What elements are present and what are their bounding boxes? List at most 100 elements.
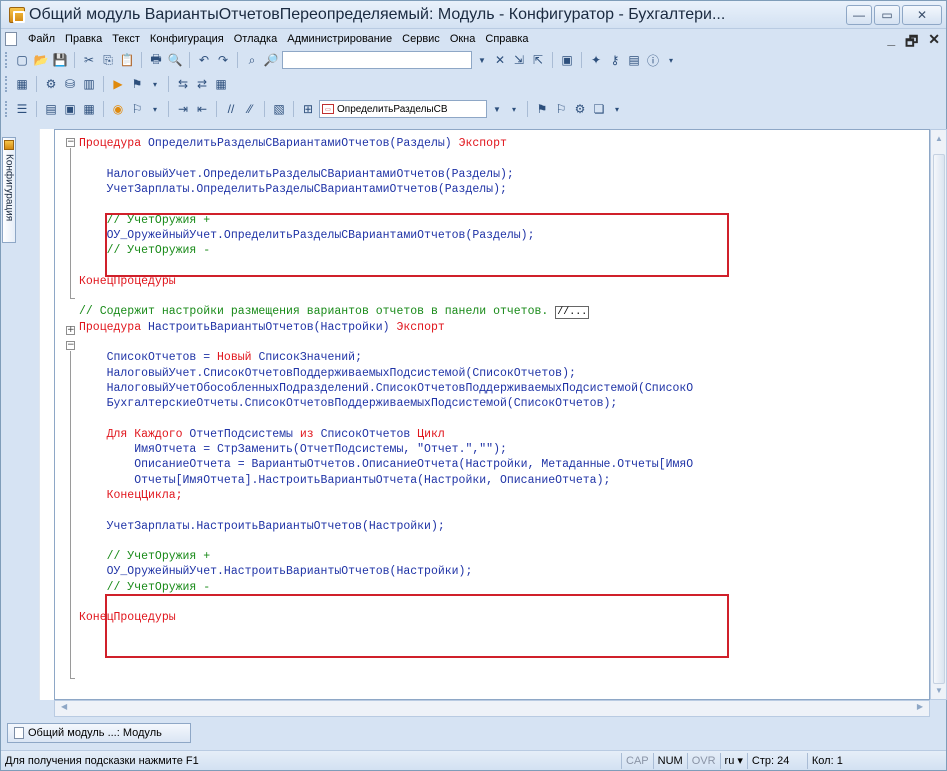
search-icon[interactable]: 🔎 (263, 52, 279, 68)
run-options-dropdown-icon[interactable]: ▾ (148, 100, 162, 118)
code-line[interactable]: УчетЗарплаты.ОпределитьРазделыСВариантам… (79, 182, 507, 197)
code-line[interactable]: // УчетОружия - (79, 580, 211, 595)
fold-toggle-icon[interactable]: − (66, 138, 75, 147)
scroll-left-icon[interactable]: ◀ (61, 702, 67, 711)
wizard-icon[interactable]: ✦ (588, 52, 604, 68)
restore-button[interactable]: ▭ (874, 5, 900, 25)
uncomment-icon[interactable]: ⁄⁄ (242, 101, 258, 117)
list-icon[interactable]: ☰ (14, 101, 30, 117)
play-circle-icon[interactable]: ◉ (110, 101, 126, 117)
copy-icon[interactable]: ⎘ (100, 52, 116, 68)
menu-service[interactable]: Сервис (397, 33, 445, 45)
code-editor[interactable]: Процедура ОпределитьРазделыСВариантамиОт… (54, 129, 930, 700)
paste-icon[interactable]: 📋 (119, 52, 135, 68)
bookmark-list-icon[interactable]: ❏ (591, 101, 607, 117)
tree-icon[interactable]: ▦ (14, 76, 30, 92)
code-line[interactable]: // УчетОружия + (79, 549, 211, 564)
undo-icon[interactable]: ↶ (196, 52, 212, 68)
horizontal-scrollbar[interactable]: ◀ ▶ (54, 700, 930, 717)
code-line[interactable]: БухгалтерскиеОтчеты.СписокОтчетовПоддерж… (79, 396, 618, 411)
code-line[interactable]: ОУ_ОружейныйУчет.НастроитьВариантыОтчето… (79, 564, 473, 579)
toolbar-overflow-icon[interactable]: ▾ (664, 51, 678, 69)
code-line[interactable]: Для Каждого ОтчетПодсистемы из СписокОтч… (79, 427, 445, 442)
redo-icon[interactable]: ↷ (215, 52, 231, 68)
toolbar-overflow-icon[interactable]: ▾ (507, 100, 521, 118)
run-dropdown-icon[interactable]: ▾ (148, 75, 162, 93)
menu-debug[interactable]: Отладка (229, 33, 282, 45)
run-icon[interactable]: ▶ (110, 76, 126, 92)
merge-icon[interactable]: ⇄ (194, 76, 210, 92)
code-line[interactable]: НалоговыйУчетОбособленныхПодразделений.С… (79, 381, 694, 396)
clear-search-icon[interactable]: ✕ (492, 52, 508, 68)
cut-icon[interactable]: ✂ (81, 52, 97, 68)
key-icon[interactable]: ⚷ (607, 52, 623, 68)
indent-icon[interactable]: ⇥ (175, 101, 191, 117)
menu-windows[interactable]: Окна (445, 33, 481, 45)
scroll-thumb[interactable] (933, 154, 945, 684)
minimize-button[interactable]: — (846, 5, 872, 25)
menu-text[interactable]: Текст (107, 33, 145, 45)
menu-configuration[interactable]: Конфигурация (145, 33, 229, 45)
code-line[interactable]: УчетЗарплаты.НастроитьВариантыОтчетов(На… (79, 519, 445, 534)
syntax-helper-icon[interactable]: ▤ (626, 52, 642, 68)
open-icon[interactable]: 📂 (33, 52, 49, 68)
fold-toggle-icon[interactable]: − (66, 341, 75, 350)
window-tab-module[interactable]: Общий модуль ...: Модуль (7, 723, 191, 743)
info-icon[interactable]: ⓘ (645, 52, 661, 68)
toolbar-grip[interactable] (5, 52, 9, 68)
code-line[interactable]: ИмяОтчета = СтрЗаменить(ОтчетПодсистемы,… (79, 442, 507, 457)
config-icon[interactable]: ⚙ (43, 76, 59, 92)
procedure-combo-dropdown-icon[interactable]: ▼ (490, 100, 504, 118)
toolbar-grip[interactable] (5, 101, 9, 117)
bookmark-clear-icon[interactable]: ⚙ (572, 101, 588, 117)
scroll-up-icon[interactable]: ▲ (935, 134, 943, 143)
code-line[interactable]: Отчеты[ИмяОтчета].НастроитьВариантыОтчет… (79, 473, 610, 488)
scroll-down-icon[interactable]: ▼ (935, 686, 943, 695)
compare-icon[interactable]: ⇆ (175, 76, 191, 92)
save-icon[interactable]: 💾 (52, 52, 68, 68)
outdent-icon[interactable]: ⇤ (194, 101, 210, 117)
menu-help[interactable]: Справка (480, 33, 533, 45)
bookmark-next-icon[interactable]: ⚐ (553, 101, 569, 117)
code-line[interactable]: Процедура ОпределитьРазделыСВариантамиОт… (79, 136, 507, 151)
flag-icon[interactable]: ⚐ (129, 101, 145, 117)
code-line[interactable]: Процедура НастроитьВариантыОтчетов(Настр… (79, 320, 445, 335)
support-icon[interactable]: ▦ (213, 76, 229, 92)
find-prev-icon[interactable]: ⇱ (530, 52, 546, 68)
new-icon[interactable]: ▢ (14, 52, 30, 68)
code-line[interactable]: НалоговыйУчет.СписокОтчетовПоддерживаемы… (79, 366, 576, 381)
comment-icon[interactable]: // (223, 101, 239, 117)
code-line[interactable]: НалоговыйУчет.ОпределитьРазделыСВарианта… (79, 167, 514, 182)
collapsed-region[interactable]: //... (555, 306, 590, 320)
procedures-list-icon[interactable]: ⊞ (300, 101, 316, 117)
scroll-right-icon[interactable]: ▶ (917, 702, 923, 711)
code-line[interactable]: КонецЦикла; (79, 488, 183, 503)
vertical-scrollbar[interactable]: ▲ ▼ (930, 129, 947, 700)
document-icon[interactable] (5, 32, 17, 46)
close-button[interactable]: ✕ (902, 5, 942, 25)
sidebar-tab-configuration[interactable]: Конфигурация (2, 137, 16, 243)
print-icon[interactable]: 🖶 (148, 52, 164, 68)
debug-icon[interactable]: ⚑ (129, 76, 145, 92)
table-icon[interactable]: ▥ (81, 76, 97, 92)
table-grid-icon[interactable]: ▦ (81, 101, 97, 117)
toolbar-grip[interactable] (5, 76, 9, 92)
find-icon[interactable]: ⌕ (244, 52, 260, 68)
form-icon[interactable]: ▣ (62, 101, 78, 117)
preview-icon[interactable]: 🔍 (167, 52, 183, 68)
format-icon[interactable]: ▧ (271, 101, 287, 117)
bookmark-icon[interactable]: ⚑ (534, 101, 550, 117)
toolbar-overflow-icon[interactable]: ▾ (610, 100, 624, 118)
update-db-icon[interactable]: ⛁ (62, 76, 78, 92)
fold-toggle-icon[interactable]: + (66, 326, 75, 335)
procedure-combo[interactable]: ▭ ОпределитьРазделыСВ (319, 100, 487, 118)
code-line[interactable]: // Содержит настройки размещения вариант… (79, 304, 590, 320)
search-input[interactable] (282, 51, 472, 69)
find-next-icon[interactable]: ⇲ (511, 52, 527, 68)
menu-edit[interactable]: Правка (60, 33, 107, 45)
menu-file[interactable]: Файл (23, 33, 60, 45)
code-line[interactable]: ОписаниеОтчета = ВариантыОтчетов.Описани… (79, 457, 693, 472)
menu-administration[interactable]: Администрирование (282, 33, 397, 45)
module-icon[interactable]: ▤ (43, 101, 59, 117)
window-icon[interactable]: ▣ (559, 52, 575, 68)
